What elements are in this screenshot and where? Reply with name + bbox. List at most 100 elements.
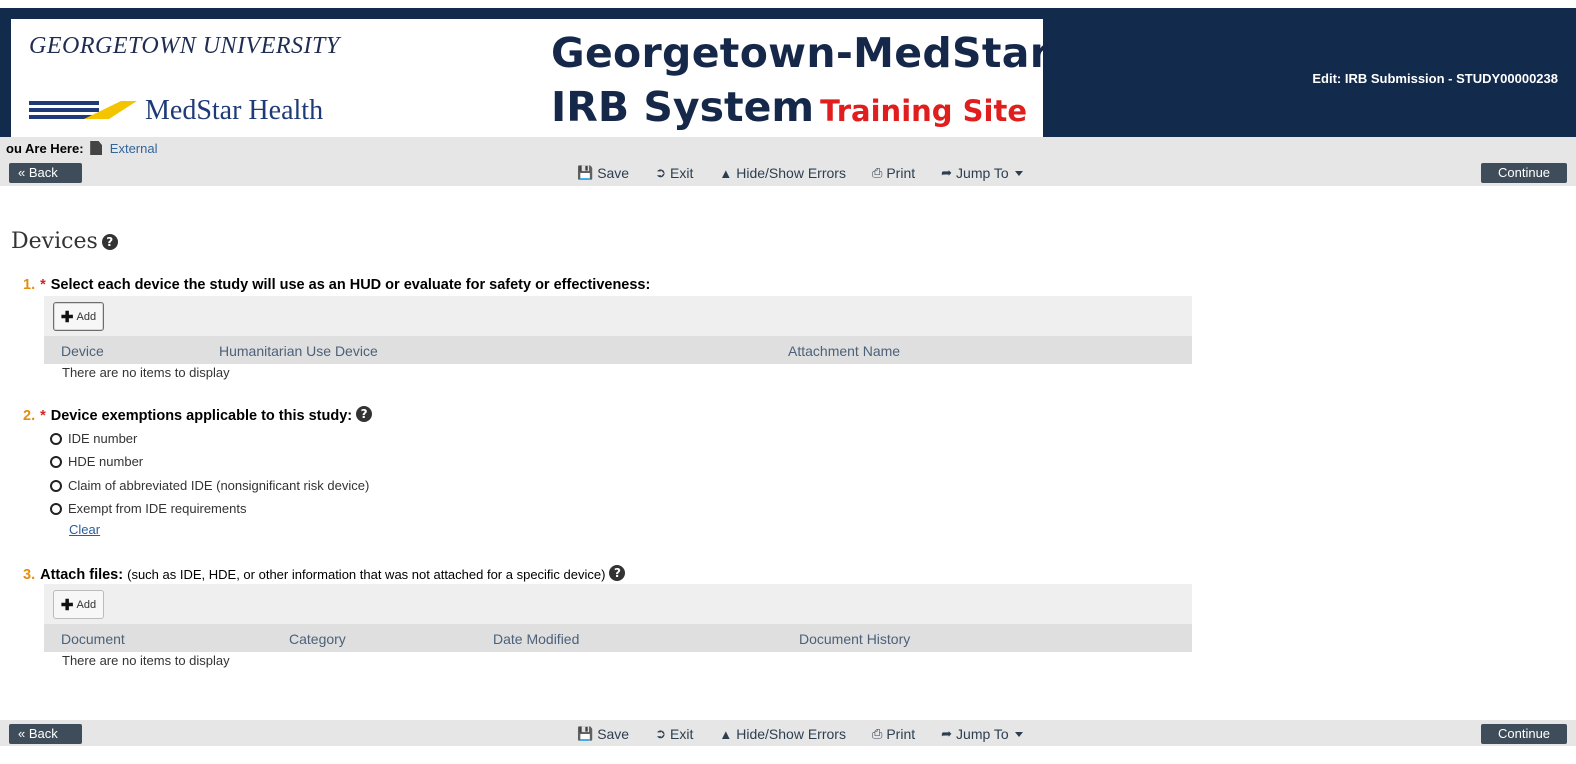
toolbar-actions: 💾 Save ➲ Exit ▲ Hide/Show Errors ⎙ Print ➦ Ju… [577,165,1023,181]
edit-submission-title: Edit: IRB Submission - STUDY00000238 [1312,71,1558,86]
medstar-logo-icon [29,101,137,119]
warning-icon: ▲ [719,165,733,181]
breadcrumb: ou Are Here: External [0,137,1576,159]
breadcrumb-row: ou Are Here: External [6,141,158,156]
radio-label: HDE number [68,454,144,469]
radio-exempt-ide[interactable]: Exempt from IDE requirements [50,501,246,516]
bottom-toolbar: « Back 💾 Save ➲ Exit ▲ Hide/Show Errors ⎙ Pr… [0,720,1576,761]
question-2: 2. * Device exemptions applicable to this … [23,406,373,424]
print-button[interactable]: ⎙ Print [872,726,915,742]
logo-banner: GEORGETOWN UNIVERSITY MedStar Health Geo… [9,17,1050,142]
jump-label: Jump To [956,165,1009,181]
clear-link[interactable]: Clear [69,522,100,537]
device-table-empty: There are no items to display [62,365,230,380]
georgetown-logo-text: GEORGETOWN UNIVERSITY [29,33,340,59]
jump-label: Jump To [956,726,1009,742]
system-title-line1: Georgetown-MedStar [551,29,1051,77]
column-header-date-modified[interactable]: Date Modified [493,631,579,647]
radio-circle[interactable] [50,479,62,492]
exit-icon: ➲ [655,165,667,180]
column-header-device[interactable]: Device [61,343,104,359]
question-text: Attach files: [40,567,124,583]
exit-label: Exit [670,165,694,181]
exit-button[interactable]: ➲ Exit [655,726,693,742]
save-label: Save [597,165,630,181]
print-button[interactable]: ⎙ Print [872,165,915,181]
radio-label: Claim of abbreviated IDE (nonsignificant… [68,478,370,493]
page-title: Devices? [11,229,118,254]
folder-icon [90,141,103,155]
radio-label: Exempt from IDE requirements [68,501,247,516]
radio-circle[interactable] [50,455,62,468]
toolbar-actions: 💾 Save ➲ Exit ▲ Hide/Show Errors ⎙ Print ➦ Ju… [577,726,1023,742]
medstar-logo-text: MedStar Health [145,95,324,126]
back-button[interactable]: « Back [9,163,82,183]
exit-label: Exit [670,726,694,742]
required-marker: * [40,277,46,293]
caret-down-icon [1014,170,1023,176]
save-icon: 💾 [577,165,594,180]
system-title-irb: IRB System [551,83,815,131]
question-1: 1. * Select each device the study will use… [23,277,650,293]
radio-ide-number[interactable]: IDE number [50,431,137,446]
save-icon: 💾 [577,726,594,741]
radio-hde-number[interactable]: HDE number [50,454,143,469]
column-header-document-history[interactable]: Document History [799,631,910,647]
exit-icon: ➲ [655,726,667,741]
continue-button[interactable]: Continue » [1481,163,1567,200]
radio-circle[interactable] [50,432,62,445]
continue-button[interactable]: Continue » [1481,724,1567,761]
print-label: Print [886,726,916,742]
add-device-button[interactable]: ✚ Add [53,302,104,331]
save-button[interactable]: 💾 Save [577,726,629,742]
share-arrow-icon: ➦ [941,726,953,741]
save-label: Save [597,726,630,742]
breadcrumb-link-external[interactable]: External [110,141,158,156]
question-number: 2. [23,408,36,424]
radio-label: IDE number [68,431,138,446]
print-icon: ⎙ [871,726,883,741]
jump-to-dropdown[interactable]: ➦ Jump To [941,726,1023,742]
question-text: Device exemptions applicable to this stu… [50,408,353,424]
files-table-header: Document Category Date Modified Document… [44,624,1192,652]
device-table-header: Device Humanitarian Use Device Attachmen… [44,336,1192,364]
column-header-document[interactable]: Document [61,631,125,647]
add-file-button[interactable]: ✚ Add [53,590,104,619]
plus-icon: ✚ [60,308,74,326]
hide-show-errors-button[interactable]: ▲ Hide/Show Errors [719,165,846,181]
breadcrumb-label: ou Are Here: [6,141,84,156]
column-header-category[interactable]: Category [289,631,346,647]
plus-icon: ✚ [60,596,74,614]
question-number: 1. [23,277,36,293]
warning-icon: ▲ [719,726,733,742]
errors-label: Hide/Show Errors [736,726,846,742]
column-header-attachment[interactable]: Attachment Name [788,343,900,359]
question-subtext: (such as IDE, HDE, or other information … [127,567,606,582]
errors-label: Hide/Show Errors [736,165,846,181]
header-banner: GEORGETOWN UNIVERSITY MedStar Health Geo… [0,8,1576,142]
hide-show-errors-button[interactable]: ▲ Hide/Show Errors [719,726,846,742]
question-text: Select each device the study will use as… [50,277,651,293]
exit-button[interactable]: ➲ Exit [655,165,693,181]
print-label: Print [886,165,916,181]
column-header-hud[interactable]: Humanitarian Use Device [219,343,378,359]
system-title-line2: IRB System Training Site [551,83,1027,131]
help-icon[interactable]: ? [101,234,118,250]
help-icon[interactable]: ? [609,565,626,581]
jump-to-dropdown[interactable]: ➦ Jump To [941,165,1023,181]
top-toolbar: « Back 💾 Save ➲ Exit ▲ Hide/Show Errors ⎙ Pr… [0,159,1576,200]
save-button[interactable]: 💾 Save [577,165,629,181]
files-table-empty: There are no items to display [62,653,230,668]
back-button[interactable]: « Back [9,724,82,744]
device-add-bar: ✚ Add [44,296,1192,336]
help-icon[interactable]: ? [356,406,373,422]
files-add-bar: ✚ Add [44,584,1192,624]
share-arrow-icon: ➦ [941,165,953,180]
question-number: 3. [23,567,36,583]
training-site-label: Training Site [820,94,1027,128]
radio-circle[interactable] [50,502,62,515]
add-label: Add [76,598,97,611]
add-label: Add [76,310,97,323]
page-title-text: Devices [11,229,98,254]
radio-abbreviated-ide[interactable]: Claim of abbreviated IDE (nonsignificant… [50,478,369,493]
